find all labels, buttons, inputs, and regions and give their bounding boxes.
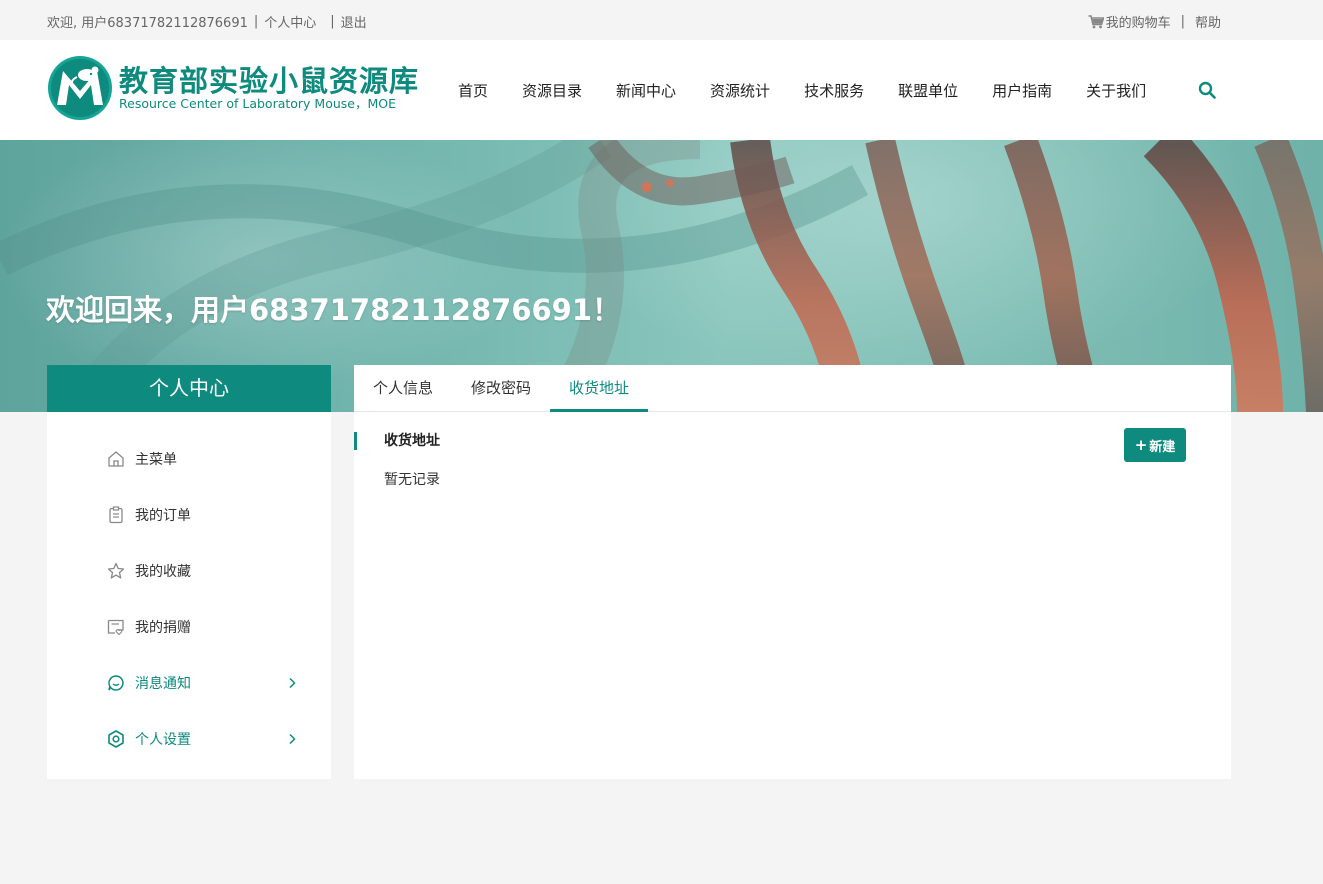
separator: | <box>330 14 335 29</box>
separator: | <box>1180 14 1185 29</box>
logo-text: 教育部实验小鼠资源库 Resource Center of Laboratory… <box>119 65 419 111</box>
mouse-logo-icon <box>48 56 112 120</box>
sidebar-item-label: 我的收藏 <box>135 564 191 580</box>
banner-welcome-title: 欢迎回来，用户68371782112876691！ <box>46 293 622 327</box>
settings-icon <box>108 730 124 748</box>
nav-home[interactable]: 首页 <box>441 80 505 101</box>
sidebar-item-main-menu[interactable]: 主菜单 <box>47 431 331 487</box>
chevron-right-icon <box>289 677 296 689</box>
main-nav: 首页 资源目录 新闻中心 资源统计 技术服务 联盟单位 用户指南 关于我们 <box>441 80 1163 101</box>
sidebar-menu: 主菜单 我的订单 我的收藏 我的捐赠 消息通知 个人设置 <box>47 412 331 767</box>
sidebar-item-my-favorites[interactable]: 我的收藏 <box>47 543 331 599</box>
nav-news-center[interactable]: 新闻中心 <box>599 80 693 101</box>
section-title: 收货地址 <box>354 432 440 450</box>
chevron-right-icon <box>289 733 296 745</box>
clipboard-icon <box>109 506 123 524</box>
personal-center-link[interactable]: 个人中心 <box>264 12 316 31</box>
top-utility-bar: 欢迎, 用户68371782112876691 | 个人中心 | 退出 我的购物… <box>0 0 1323 40</box>
sidebar-item-label: 主菜单 <box>135 452 177 468</box>
separator: | <box>253 14 259 29</box>
nav-resource-statistics[interactable]: 资源统计 <box>693 80 787 101</box>
tab-personal-info[interactable]: 个人信息 <box>354 365 452 411</box>
empty-state-text: 暂无记录 <box>384 472 440 488</box>
tab-shipping-address[interactable]: 收货地址 <box>550 365 649 412</box>
site-logo[interactable]: 教育部实验小鼠资源库 Resource Center of Laboratory… <box>47 55 419 121</box>
message-icon <box>108 675 124 691</box>
nav-alliance-members[interactable]: 联盟单位 <box>881 80 975 101</box>
star-icon <box>107 562 125 579</box>
sidebar-item-label: 我的捐赠 <box>135 620 191 636</box>
personal-center-sidebar: 个人中心 主菜单 我的订单 我的收藏 我的捐赠 消息通知 个人设置 <box>47 365 331 779</box>
nav-user-guide[interactable]: 用户指南 <box>975 80 1069 101</box>
account-tabs: 个人信息 修改密码 收货地址 <box>354 365 1231 412</box>
site-header: 教育部实验小鼠资源库 Resource Center of Laboratory… <box>0 40 1323 140</box>
plus-icon: + <box>1134 435 1148 454</box>
sidebar-item-personal-settings[interactable]: 个人设置 <box>47 711 331 767</box>
nav-about-us[interactable]: 关于我们 <box>1069 80 1163 101</box>
help-link[interactable]: 帮助 <box>1195 12 1221 31</box>
sidebar-item-label: 我的订单 <box>135 508 191 524</box>
sidebar-item-label: 消息通知 <box>135 676 191 692</box>
sidebar-item-my-orders[interactable]: 我的订单 <box>47 487 331 543</box>
topbar-right: 我的购物车 | 帮助 <box>1088 12 1221 31</box>
cart-label: 我的购物车 <box>1105 16 1171 31</box>
shipping-address-panel: 收货地址 + 新建 暂无记录 <box>354 412 1231 779</box>
sidebar-item-notifications[interactable]: 消息通知 <box>47 655 331 711</box>
home-icon <box>108 451 124 467</box>
welcome-text: 欢迎, 用户68371782112876691 <box>47 16 248 31</box>
logo-title-en: Resource Center of Laboratory Mouse，MOE <box>119 96 397 111</box>
sidebar-title: 个人中心 <box>47 365 331 412</box>
cart-link[interactable]: 我的购物车 <box>1088 12 1171 31</box>
nav-technical-services[interactable]: 技术服务 <box>787 80 881 101</box>
tab-change-password[interactable]: 修改密码 <box>452 365 550 411</box>
logo-title-cn: 教育部实验小鼠资源库 <box>119 64 420 98</box>
new-address-button[interactable]: + 新建 <box>1124 428 1186 462</box>
cart-icon <box>1088 14 1104 28</box>
sidebar-item-my-donations[interactable]: 我的捐赠 <box>47 599 331 655</box>
search-icon[interactable] <box>1198 81 1216 99</box>
topbar-left: 欢迎, 用户68371782112876691 | 个人中心 | 退出 <box>47 12 367 31</box>
nav-resource-catalog[interactable]: 资源目录 <box>505 80 599 101</box>
sidebar-item-label: 个人设置 <box>135 732 191 748</box>
donation-icon <box>107 619 124 636</box>
new-button-label: 新建 <box>1149 439 1176 455</box>
logout-link[interactable]: 退出 <box>341 12 367 31</box>
